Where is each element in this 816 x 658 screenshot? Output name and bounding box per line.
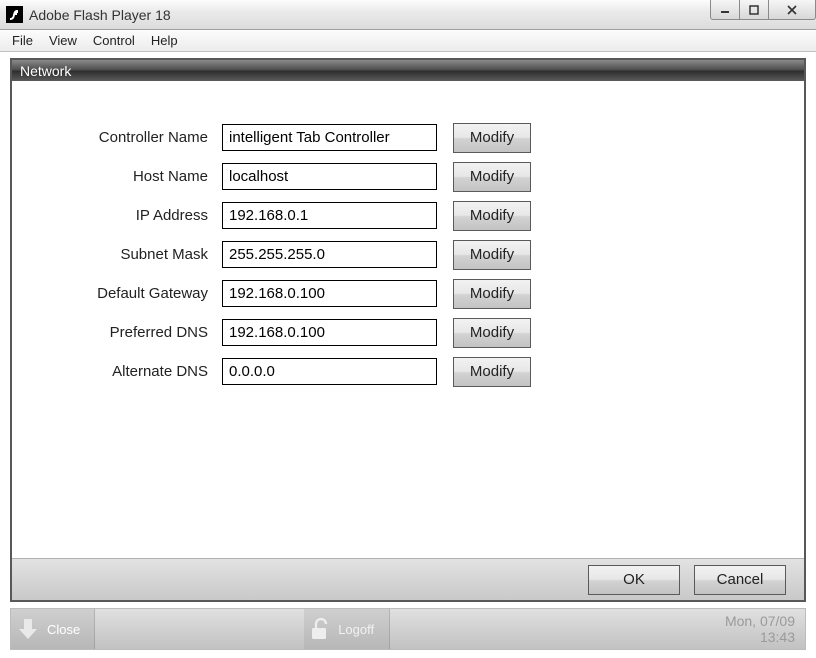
label-default-gateway: Default Gateway	[42, 285, 222, 302]
modify-controller-name-button[interactable]: Modify	[453, 123, 531, 153]
status-logoff-label: Logoff	[338, 622, 374, 637]
panel-title: Network	[12, 60, 804, 81]
input-host-name[interactable]	[222, 163, 437, 190]
status-close-label: Close	[47, 622, 80, 637]
modify-alternate-dns-button[interactable]: Modify	[453, 357, 531, 387]
panel-content: Controller Name Modify Host Name Modify …	[12, 81, 804, 558]
status-spacer	[95, 609, 304, 649]
window-titlebar: Adobe Flash Player 18	[0, 0, 816, 30]
panel-footer: OK Cancel	[12, 558, 804, 600]
client-area: Network Controller Name Modify Host Name…	[0, 52, 816, 658]
window-title: Adobe Flash Player 18	[29, 7, 171, 23]
input-alternate-dns[interactable]	[222, 358, 437, 385]
menu-bar: File View Control Help	[0, 30, 816, 52]
row-default-gateway: Default Gateway Modify	[42, 277, 804, 310]
modify-ip-address-button[interactable]: Modify	[453, 201, 531, 231]
status-time: 13:43	[725, 629, 795, 645]
input-subnet-mask[interactable]	[222, 241, 437, 268]
label-subnet-mask: Subnet Mask	[42, 246, 222, 263]
status-logoff-button[interactable]: Logoff	[304, 609, 390, 649]
input-controller-name[interactable]	[222, 124, 437, 151]
menu-file[interactable]: File	[4, 31, 41, 50]
window-close-button[interactable]	[768, 0, 816, 20]
row-controller-name: Controller Name Modify	[42, 121, 804, 154]
network-form: Controller Name Modify Host Name Modify …	[12, 121, 804, 394]
input-default-gateway[interactable]	[222, 280, 437, 307]
menu-help[interactable]: Help	[143, 31, 186, 50]
input-ip-address[interactable]	[222, 202, 437, 229]
label-ip-address: IP Address	[42, 207, 222, 224]
row-host-name: Host Name Modify	[42, 160, 804, 193]
row-alternate-dns: Alternate DNS Modify	[42, 355, 804, 388]
ok-button[interactable]: OK	[588, 565, 680, 595]
label-host-name: Host Name	[42, 168, 222, 185]
status-spacer-2	[390, 609, 725, 649]
row-ip-address: IP Address Modify	[42, 199, 804, 232]
maximize-button[interactable]	[739, 0, 769, 20]
menu-view[interactable]: View	[41, 31, 85, 50]
flash-app-icon	[6, 6, 23, 23]
label-controller-name: Controller Name	[42, 129, 222, 146]
label-alternate-dns: Alternate DNS	[42, 363, 222, 380]
modify-preferred-dns-button[interactable]: Modify	[453, 318, 531, 348]
modify-default-gateway-button[interactable]: Modify	[453, 279, 531, 309]
status-datetime: Mon, 07/09 13:43	[725, 609, 805, 649]
window-controls	[711, 0, 816, 20]
status-close-button[interactable]: Close	[11, 609, 95, 649]
modify-host-name-button[interactable]: Modify	[453, 162, 531, 192]
arrow-down-icon	[15, 615, 41, 643]
status-strip: Close Logoff Mon, 07/09 13:43	[10, 608, 806, 650]
label-preferred-dns: Preferred DNS	[42, 324, 222, 341]
row-preferred-dns: Preferred DNS Modify	[42, 316, 804, 349]
padlock-open-icon	[308, 616, 332, 642]
row-subnet-mask: Subnet Mask Modify	[42, 238, 804, 271]
modify-subnet-mask-button[interactable]: Modify	[453, 240, 531, 270]
input-preferred-dns[interactable]	[222, 319, 437, 346]
status-date: Mon, 07/09	[725, 613, 795, 629]
menu-control[interactable]: Control	[85, 31, 143, 50]
minimize-button[interactable]	[710, 0, 740, 20]
network-panel: Network Controller Name Modify Host Name…	[10, 58, 806, 602]
cancel-button[interactable]: Cancel	[694, 565, 786, 595]
